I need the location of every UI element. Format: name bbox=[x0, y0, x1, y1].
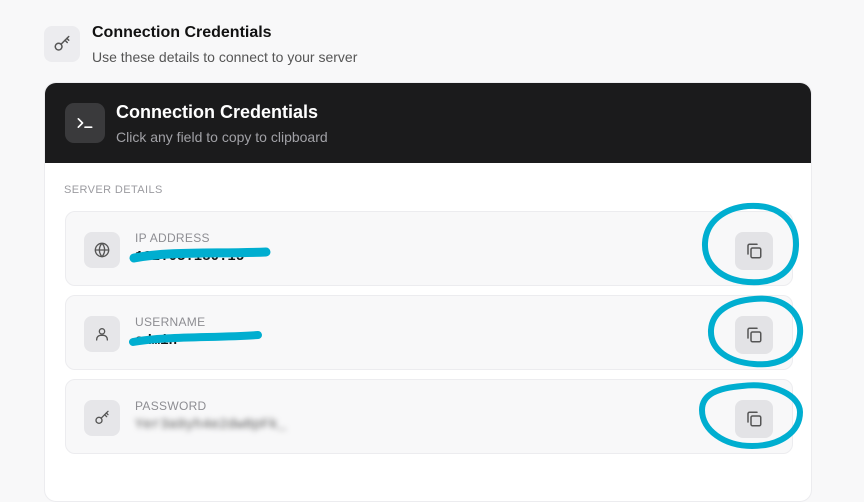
username-field[interactable]: USERNAME admin bbox=[65, 295, 793, 370]
copy-ip-button[interactable] bbox=[735, 232, 773, 270]
user-icon bbox=[84, 316, 120, 352]
copy-password-button[interactable] bbox=[735, 400, 773, 438]
field-label: IP ADDRESS bbox=[135, 231, 210, 245]
password-value: Yer3a9yh4e2dw8pFk_ bbox=[135, 417, 287, 433]
globe-icon bbox=[84, 232, 120, 268]
key-icon bbox=[44, 26, 80, 62]
card-title: Connection Credentials bbox=[116, 102, 319, 122]
key-icon bbox=[84, 400, 120, 436]
card-subtitle: Click any field to copy to clipboard bbox=[116, 129, 328, 145]
page-title: Connection Credentials bbox=[92, 24, 272, 41]
copy-icon bbox=[747, 411, 762, 427]
password-field[interactable]: PASSWORD Yer3a9yh4e2dw8pFk_ bbox=[65, 379, 793, 454]
section-label: SERVER DETAILS bbox=[64, 184, 163, 196]
field-label: USERNAME bbox=[135, 315, 206, 329]
page-subtitle: Use these details to connect to your ser… bbox=[92, 49, 358, 65]
copy-icon bbox=[747, 327, 762, 343]
terminal-icon bbox=[65, 103, 105, 143]
card-header: Connection Credentials Click any field t… bbox=[45, 83, 811, 163]
ip-address-value: 192.03.180.15 bbox=[135, 249, 245, 265]
page-header: Connection Credentials Use these details… bbox=[44, 22, 804, 72]
username-value: admin bbox=[135, 333, 178, 349]
copy-username-button[interactable] bbox=[735, 316, 773, 354]
ip-address-field[interactable]: IP ADDRESS 192.03.180.15 bbox=[65, 211, 793, 286]
field-label: PASSWORD bbox=[135, 399, 207, 413]
credentials-card: Connection Credentials Click any field t… bbox=[44, 82, 812, 502]
copy-icon bbox=[747, 243, 762, 259]
